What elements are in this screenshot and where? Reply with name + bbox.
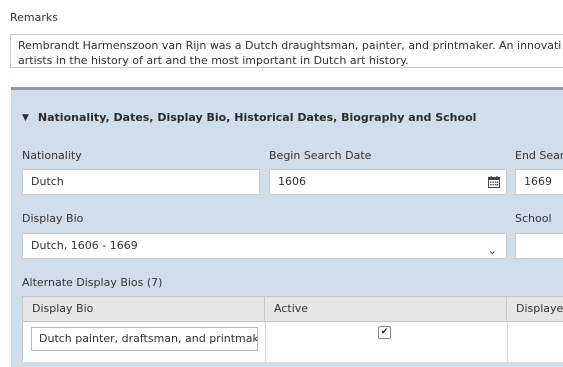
section-title: Nationality, Dates, Display Bio, Histori… <box>37 111 477 124</box>
alternate-bios-table-header: Display Bio Active Displayed <box>22 296 563 322</box>
chevron-down-icon: ⌄ <box>487 244 497 257</box>
column-divider <box>507 322 508 362</box>
column-header-display-bio[interactable]: Display Bio <box>23 297 265 321</box>
remarks-label: Remarks <box>10 11 58 24</box>
column-header-displayed[interactable]: Displayed <box>507 297 563 321</box>
column-header-active[interactable]: Active <box>265 297 507 321</box>
calendar-icon[interactable] <box>488 176 500 188</box>
table-row: Dutch painter, draftsman, and printmaker… <box>22 322 563 362</box>
school-input[interactable] <box>515 233 563 259</box>
display-bio-label: Display Bio <box>22 212 84 225</box>
checkmark-icon: ✔ <box>380 327 389 337</box>
end-search-date-label: End Searc <box>515 149 563 162</box>
remarks-textarea[interactable]: Rembrandt Harmenszoon van Rijn was a Dut… <box>10 34 563 68</box>
begin-search-date-value: 1606 <box>278 175 306 188</box>
column-divider <box>265 322 266 362</box>
end-search-date-input[interactable]: 1669 <box>515 169 563 195</box>
alternate-bio-input[interactable]: Dutch painter, draftsman, and printmaker <box>31 327 258 351</box>
nationality-label: Nationality <box>22 149 82 162</box>
remarks-line-2: artists in the history of art and the mo… <box>18 54 409 67</box>
triangle-down-icon: ▼ <box>22 113 29 123</box>
section-toggle-header[interactable]: ▼ Nationality, Dates, Display Bio, Histor… <box>22 111 476 124</box>
alternate-bios-label: Alternate Display Bios (7) <box>22 276 163 289</box>
begin-search-date-label: Begin Search Date <box>269 149 372 162</box>
begin-search-date-input[interactable]: 1606 <box>269 169 507 195</box>
nationality-input[interactable]: Dutch <box>22 169 260 195</box>
school-label: School <box>515 212 552 225</box>
active-checkbox[interactable]: ✔ <box>378 326 391 339</box>
remarks-line-1: Rembrandt Harmenszoon van Rijn was a Dut… <box>18 39 562 52</box>
display-bio-select[interactable]: Dutch, 1606 - 1669 ⌄ <box>22 233 507 259</box>
display-bio-value: Dutch, 1606 - 1669 <box>31 239 138 252</box>
